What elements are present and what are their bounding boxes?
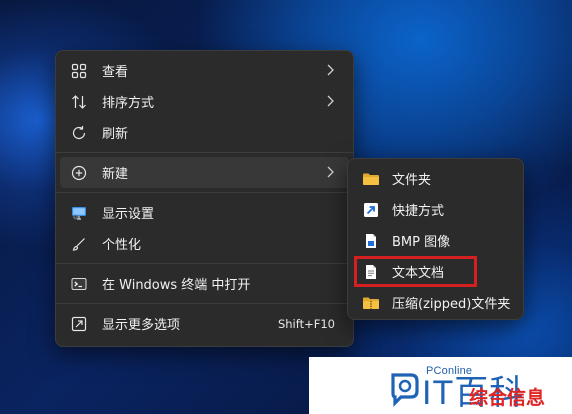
annotation-highlight-box — [354, 256, 477, 287]
submenu-item-folder[interactable]: 文件夹 — [352, 163, 519, 194]
submenu-item-label: 快捷方式 — [392, 204, 445, 219]
menu-item-label: 在 Windows 终端 中打开 — [102, 278, 251, 293]
chevron-right-icon — [327, 95, 334, 107]
chevron-right-icon — [327, 64, 334, 76]
brush-icon — [70, 235, 88, 253]
chevron-right-icon — [327, 166, 334, 178]
bmp-image-icon — [362, 232, 380, 250]
new-submenu: 文件夹 快捷方式 BMP 图像 文本文档 压缩(zipped)文件夹 — [347, 158, 524, 320]
menu-item-show-more-options[interactable]: 显示更多选项 Shift+F10 — [60, 308, 349, 339]
zip-folder-icon — [362, 294, 380, 312]
submenu-item-label: 文件夹 — [392, 173, 432, 188]
watermark-info-text: 综合信息 — [469, 387, 546, 409]
menu-item-personalize[interactable]: 个性化 — [60, 228, 349, 259]
folder-icon — [362, 170, 380, 188]
menu-item-label: 个性化 — [102, 238, 142, 253]
shortcut-icon — [362, 201, 380, 219]
submenu-item-bmp-image[interactable]: BMP 图像 — [352, 225, 519, 256]
menu-item-refresh[interactable]: 刷新 — [60, 117, 349, 148]
submenu-item-label: BMP 图像 — [392, 235, 451, 250]
submenu-item-shortcut[interactable]: 快捷方式 — [352, 194, 519, 225]
terminal-icon — [70, 275, 88, 293]
menu-item-display-settings[interactable]: 显示设置 — [60, 197, 349, 228]
menu-item-label: 显示设置 — [102, 207, 155, 222]
more-options-icon — [70, 315, 88, 333]
keyboard-shortcut: Shift+F10 — [277, 316, 335, 331]
menu-separator — [56, 303, 353, 304]
menu-item-label: 显示更多选项 — [102, 318, 181, 333]
menu-separator — [56, 152, 353, 153]
menu-item-label: 排序方式 — [102, 96, 155, 111]
menu-item-label: 刷新 — [102, 127, 129, 142]
pconline-logo-icon — [391, 373, 419, 407]
menu-item-view[interactable]: 查看 — [60, 55, 349, 86]
menu-separator — [56, 192, 353, 193]
menu-item-open-terminal[interactable]: 在 Windows 终端 中打开 — [60, 268, 349, 299]
menu-item-new[interactable]: 新建 — [60, 157, 349, 188]
sort-icon — [70, 93, 88, 111]
menu-item-sort-by[interactable]: 排序方式 — [60, 86, 349, 117]
menu-item-label: 查看 — [102, 65, 129, 80]
submenu-item-label: 压缩(zipped)文件夹 — [392, 297, 511, 312]
display-icon — [70, 204, 88, 222]
desktop-context-menu: 查看 排序方式 刷新 新建 显示设置 个性化 在 Windows 终端 中打开 … — [55, 50, 354, 347]
refresh-icon — [70, 124, 88, 142]
submenu-item-zip-folder[interactable]: 压缩(zipped)文件夹 — [352, 287, 519, 318]
menu-separator — [56, 263, 353, 264]
menu-item-label: 新建 — [102, 167, 129, 182]
watermark: PConline IT百科 综合信息 — [309, 357, 572, 414]
new-plus-icon — [70, 164, 88, 182]
grid-icon — [70, 62, 88, 80]
